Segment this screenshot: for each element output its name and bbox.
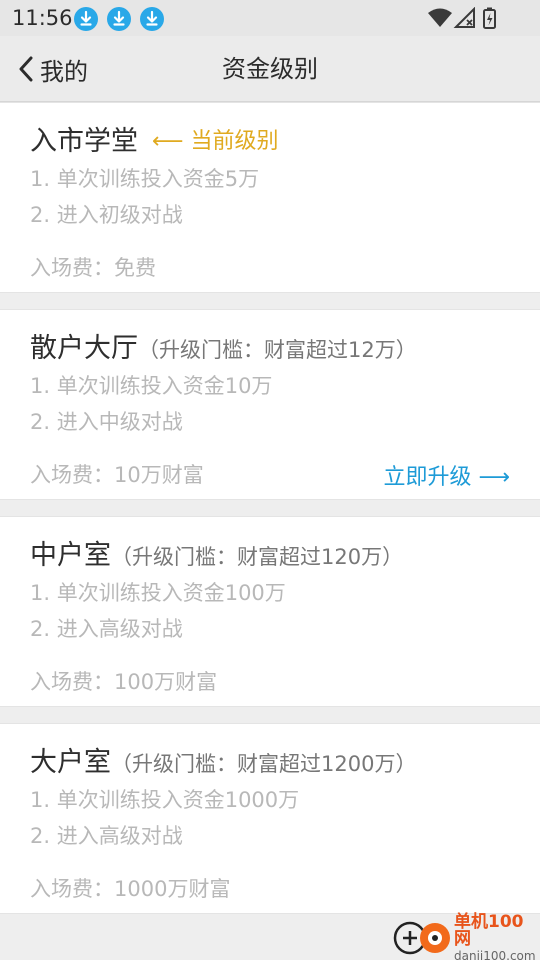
- download-icon: [74, 7, 98, 31]
- upgrade-now-button[interactable]: 立即升级 ⟶: [383, 459, 510, 491]
- download-icon: [107, 7, 131, 31]
- level-title: 散户大厅（升级门槛：财富超过12万）: [30, 326, 417, 365]
- entry-fee: 入场费：免费: [30, 256, 156, 280]
- level-rule: 1. 单次训练投入资金10万: [30, 374, 273, 398]
- level-rule: 2. 进入初级对战: [30, 203, 183, 227]
- level-rule: 2. 进入高级对战: [30, 824, 183, 848]
- level-card: 大户室（升级门槛：财富超过1200万） 1. 单次训练投入资金1000万 2. …: [0, 723, 540, 914]
- level-rule: 2. 进入中级对战: [30, 410, 183, 434]
- watermark-en: danji100.com: [454, 949, 536, 960]
- no-signal-icon: [453, 7, 475, 28]
- entry-fee: 入场费：1000万财富: [30, 877, 231, 901]
- level-rule: 1. 单次训练投入资金1000万: [30, 788, 300, 812]
- status-bar: 11:56: [0, 0, 540, 36]
- level-title: 大户室（升级门槛：财富超过1200万）: [30, 740, 416, 779]
- level-name: 散户大厅: [30, 333, 138, 364]
- entry-fee: 入场费：10万财富: [30, 463, 204, 487]
- upgrade-threshold: （升级门槛：财富超过120万）: [111, 545, 404, 569]
- status-time: 11:56: [12, 6, 73, 30]
- level-rule: 2. 进入高级对战: [30, 617, 183, 641]
- watermark-logo-icon: [392, 919, 452, 957]
- watermark-cn: 单机100网: [454, 912, 524, 949]
- back-label: 我的: [40, 57, 88, 86]
- level-name: 入市学堂: [30, 126, 138, 157]
- download-icon: [140, 7, 164, 31]
- level-rule: 1. 单次训练投入资金5万: [30, 167, 260, 191]
- back-button[interactable]: 我的: [18, 36, 88, 102]
- battery-charging-icon: [483, 7, 496, 29]
- level-name: 大户室: [30, 747, 111, 778]
- level-title: 中户室（升级门槛：财富超过120万）: [30, 533, 403, 572]
- nav-bar: 资金级别 我的: [0, 36, 540, 102]
- level-card: 散户大厅（升级门槛：财富超过12万） 1. 单次训练投入资金10万 2. 进入中…: [0, 309, 540, 500]
- system-status-icons: [428, 7, 496, 29]
- entry-fee: 入场费：100万财富: [30, 670, 218, 694]
- upgrade-threshold: （升级门槛：财富超过1200万）: [111, 752, 417, 776]
- level-name: 中户室: [30, 540, 111, 571]
- chevron-left-icon: [19, 56, 33, 82]
- level-rule: 1. 单次训练投入资金100万: [30, 581, 286, 605]
- current-level-tag: ⟵ 当前级别: [152, 129, 279, 154]
- wifi-icon: [428, 8, 452, 27]
- level-title: 入市学堂: [30, 119, 138, 158]
- watermark: 单机100网 danji100.com: [392, 914, 540, 960]
- upgrade-threshold: （升级门槛：财富超过12万）: [138, 338, 417, 362]
- level-card: 中户室（升级门槛：财富超过120万） 1. 单次训练投入资金100万 2. 进入…: [0, 516, 540, 707]
- level-card: 入市学堂 ⟵ 当前级别 1. 单次训练投入资金5万 2. 进入初级对战 入场费：…: [0, 102, 540, 293]
